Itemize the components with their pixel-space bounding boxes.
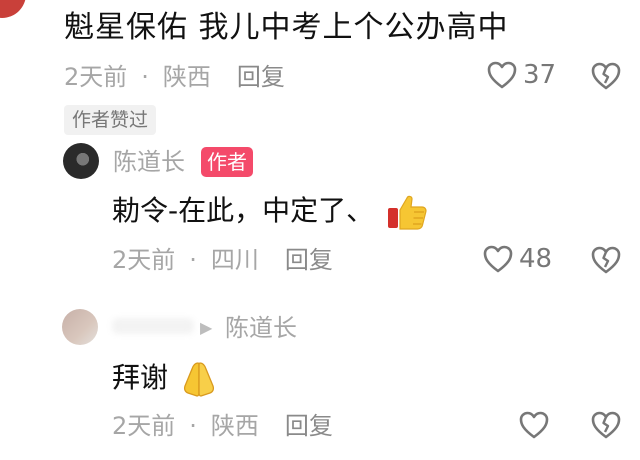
- comment-time: 2天前: [112, 246, 176, 274]
- like-count: 48: [519, 244, 553, 274]
- meta-separator: ·: [189, 246, 197, 274]
- reply-to-username[interactable]: 陈道长: [225, 313, 297, 343]
- author-liked-tag: 作者赞过: [64, 105, 157, 135]
- comment-text-content: 拜谢: [112, 361, 169, 394]
- author-badge: 作者: [201, 147, 253, 177]
- reply-button[interactable]: 回复: [285, 412, 333, 440]
- like-button[interactable]: 48: [483, 244, 552, 274]
- heart-outline-icon[interactable]: [519, 411, 549, 439]
- comment-time: 2天前: [112, 412, 176, 440]
- comment-text: 魁星保佑 我儿中考上个公办高中: [64, 10, 509, 45]
- comment-text-content: 勅令-在此，中定了、: [112, 194, 375, 227]
- comment-meta: 2天前 · 陕西 回复: [64, 61, 285, 93]
- comment-location: 陕西: [162, 63, 211, 91]
- username-blurred[interactable]: [112, 318, 194, 334]
- broken-heart-icon[interactable]: [591, 246, 621, 274]
- praying-hands-emoji: [179, 359, 219, 399]
- comment-location: 四川: [210, 246, 259, 274]
- thumbs-up-emoji: [385, 190, 429, 234]
- like-count: 37: [523, 60, 557, 90]
- reply-button[interactable]: 回复: [285, 246, 333, 274]
- reply-button[interactable]: 回复: [237, 63, 285, 91]
- like-button[interactable]: 37: [487, 60, 556, 90]
- comment-time: 2天前: [64, 63, 128, 91]
- avatar[interactable]: [63, 143, 99, 179]
- meta-separator: ·: [141, 63, 149, 91]
- comment-text: 勅令-在此，中定了、: [112, 190, 429, 234]
- meta-separator: ·: [189, 412, 197, 440]
- avatar[interactable]: [0, 0, 26, 18]
- comment-text: 拜谢: [112, 358, 219, 399]
- heart-outline-icon: [483, 245, 513, 273]
- comment-meta: 2天前 · 四川 回复: [112, 244, 333, 276]
- heart-outline-icon: [487, 61, 517, 89]
- username[interactable]: 陈道长: [113, 147, 185, 177]
- comment-meta: 2天前 · 陕西 回复: [112, 410, 333, 442]
- broken-heart-icon[interactable]: [591, 411, 621, 439]
- broken-heart-icon[interactable]: [591, 62, 621, 90]
- comment-location: 陕西: [210, 412, 259, 440]
- avatar[interactable]: [62, 309, 98, 345]
- play-arrow-icon: ▶: [200, 318, 213, 337]
